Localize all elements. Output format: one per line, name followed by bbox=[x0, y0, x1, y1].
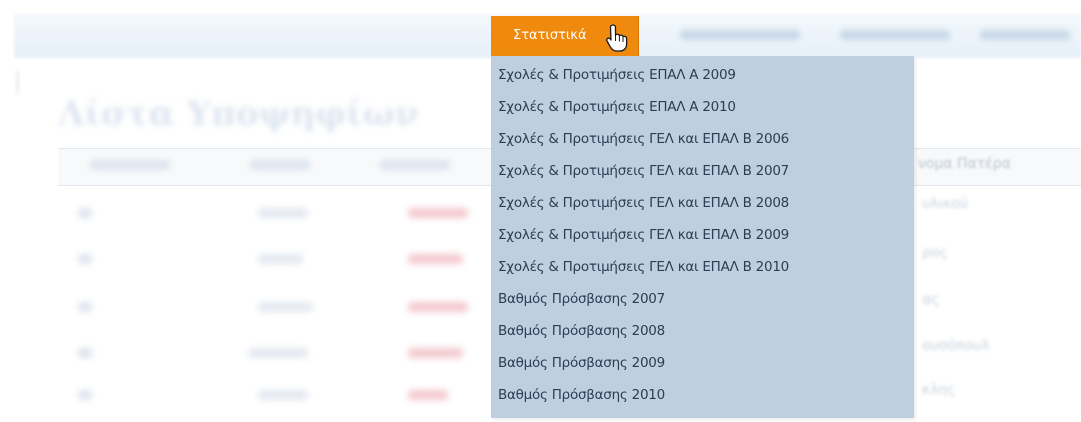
cell-blob bbox=[78, 348, 92, 358]
menu-item-label: Βαθμός Πρόσβασης 2009 bbox=[498, 355, 665, 371]
menu-item-label: Σχολές & Προτιμήσεις ΓΕΛ και ΕΠΑΛ Β 2007 bbox=[498, 163, 790, 179]
table-header-cell bbox=[380, 160, 450, 170]
menu-item-label: Βαθμός Πρόσβασης 2008 bbox=[498, 323, 665, 339]
table-header-cell bbox=[250, 160, 310, 170]
menu-item-access-grade-2007[interactable]: Βαθμός Πρόσβασης 2007 bbox=[491, 282, 914, 314]
table-header-cell bbox=[90, 160, 170, 170]
row-edge-text: ρος bbox=[922, 245, 948, 261]
menu-item-access-grade-2010[interactable]: Βαθμός Πρόσβασης 2010 bbox=[491, 378, 914, 410]
statistics-dropdown-menu: Σχολές & Προτιμήσεις ΕΠΑΛ Α 2009 Σχολές … bbox=[491, 56, 914, 418]
row-edge-text: ουσόπουλ bbox=[922, 338, 990, 354]
cell-blob bbox=[258, 208, 308, 218]
page-edge-stroke bbox=[16, 70, 19, 94]
row-edge-text: υλικού bbox=[922, 196, 969, 212]
menu-item-label: Σχολές & Προτιμήσεις ΓΕΛ και ΕΠΑΛ Β 2009 bbox=[498, 227, 790, 243]
menu-item-gel-epal-b-2007[interactable]: Σχολές & Προτιμήσεις ΓΕΛ και ΕΠΑΛ Β 2007 bbox=[491, 154, 914, 186]
cell-blob bbox=[408, 348, 463, 358]
menu-item-epal-a-2010[interactable]: Σχολές & Προτιμήσεις ΕΠΑΛ Α 2010 bbox=[491, 90, 914, 122]
menu-item-epal-a-2009[interactable]: Σχολές & Προτιμήσεις ΕΠΑΛ Α 2009 bbox=[491, 58, 914, 90]
menu-item-label: Σχολές & Προτιμήσεις ΕΠΑΛ Α 2010 bbox=[498, 99, 736, 115]
menu-item-label: Βαθμός Πρόσβασης 2007 bbox=[498, 291, 665, 307]
cell-blob bbox=[408, 208, 468, 218]
cell-blob bbox=[78, 302, 92, 312]
menu-item-gel-epal-b-2009[interactable]: Σχολές & Προτιμήσεις ΓΕΛ και ΕΠΑΛ Β 2009 bbox=[491, 218, 914, 250]
row-edge-text: κλης bbox=[922, 382, 956, 398]
nav-item-placeholder bbox=[680, 30, 800, 40]
menu-tab-statistics[interactable]: Στατιστικά bbox=[491, 16, 639, 56]
menu-item-label: Βαθμός Πρόσβασης 2010 bbox=[498, 387, 665, 403]
nav-item-placeholder bbox=[980, 30, 1070, 40]
cell-blob bbox=[78, 254, 92, 264]
cell-blob bbox=[258, 254, 303, 264]
menu-item-gel-epal-b-2008[interactable]: Σχολές & Προτιμήσεις ΓΕΛ και ΕΠΑΛ Β 2008 bbox=[491, 186, 914, 218]
menu-tab-label: Στατιστικά bbox=[513, 28, 587, 43]
menu-item-label: Σχολές & Προτιμήσεις ΓΕΛ και ΕΠΑΛ Β 2006 bbox=[498, 131, 790, 147]
page-title-blurred: Λίστα Υποψηφίων bbox=[58, 94, 419, 134]
cell-blob bbox=[78, 390, 92, 400]
menu-item-label: Σχολές & Προτιμήσεις ΕΠΑΛ Α 2009 bbox=[498, 67, 736, 83]
menu-item-gel-epal-b-2010[interactable]: Σχολές & Προτιμήσεις ΓΕΛ και ΕΠΑΛ Β 2010 bbox=[491, 250, 914, 282]
menu-item-label: Σχολές & Προτιμήσεις ΓΕΛ και ΕΠΑΛ Β 2008 bbox=[498, 195, 790, 211]
cell-blob bbox=[408, 302, 468, 312]
menu-item-label: Σχολές & Προτιμήσεις ΓΕΛ και ΕΠΑΛ Β 2010 bbox=[498, 259, 790, 275]
cell-blob bbox=[258, 390, 308, 400]
menu-item-access-grade-2008[interactable]: Βαθμός Πρόσβασης 2008 bbox=[491, 314, 914, 346]
cell-blob bbox=[258, 302, 313, 312]
cell-blob bbox=[408, 254, 463, 264]
cell-blob bbox=[248, 348, 308, 358]
menu-item-gel-epal-b-2006[interactable]: Σχολές & Προτιμήσεις ΓΕΛ και ΕΠΑΛ Β 2006 bbox=[491, 122, 914, 154]
nav-item-placeholder bbox=[840, 30, 950, 40]
menu-item-access-grade-2009[interactable]: Βαθμός Πρόσβασης 2009 bbox=[491, 346, 914, 378]
table-header-label-blurred: νομα Πατέρα bbox=[918, 156, 1011, 172]
cell-blob bbox=[78, 208, 92, 218]
row-edge-text: ας bbox=[922, 292, 940, 308]
cell-blob bbox=[408, 390, 448, 400]
hand-pointer-icon bbox=[606, 24, 628, 52]
